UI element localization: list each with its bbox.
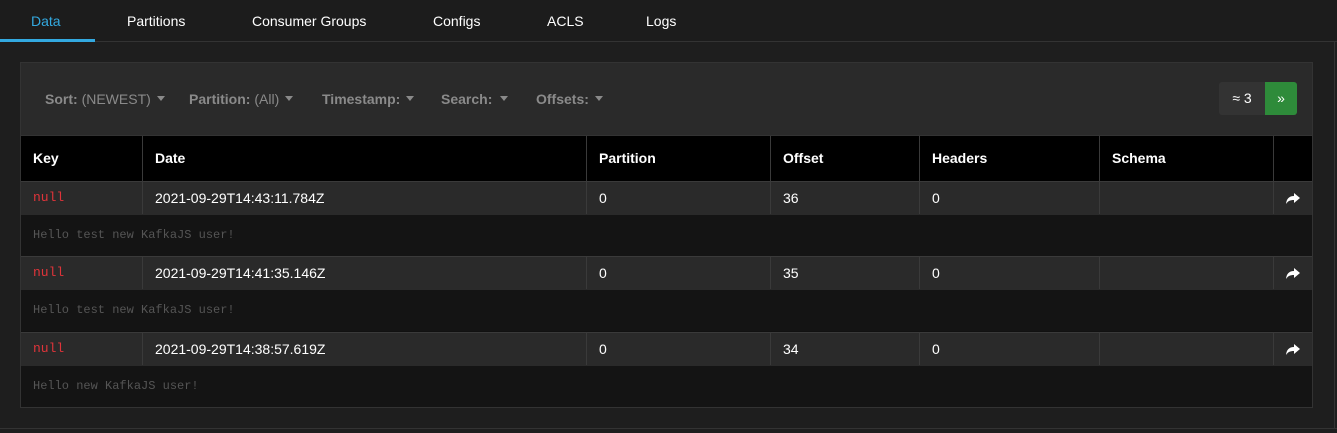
tab-logs[interactable]: Logs — [646, 0, 676, 42]
cell-offset: 35 — [783, 265, 799, 281]
column-divider — [1099, 333, 1100, 365]
column-divider — [770, 333, 771, 365]
column-divider — [1099, 182, 1100, 214]
share-forward-icon[interactable] — [1285, 265, 1301, 281]
column-header-schema: Schema — [1112, 150, 1166, 166]
table-row[interactable]: null 2021-09-29T14:38:57.619Z 0 34 0 — [21, 332, 1312, 365]
message-count: ≈ 3 — [1219, 82, 1265, 115]
message-row: Hello new KafkaJS user! — [21, 365, 1312, 407]
next-page-button[interactable]: » — [1265, 82, 1297, 115]
sort-dropdown[interactable]: Sort: (NEWEST) — [45, 63, 165, 135]
cell-key: null — [33, 265, 65, 280]
column-divider — [1273, 182, 1274, 214]
column-divider — [1273, 333, 1274, 365]
message-value: Hello test new KafkaJS user! — [33, 228, 235, 242]
cell-key: null — [33, 341, 65, 356]
cell-date: 2021-09-29T14:41:35.146Z — [155, 265, 326, 281]
cell-key: null — [33, 190, 65, 205]
cell-date: 2021-09-29T14:38:57.619Z — [155, 341, 326, 357]
tab-data[interactable]: Data — [31, 0, 61, 42]
column-divider — [770, 257, 771, 289]
offsets-dropdown[interactable]: Offsets: — [536, 63, 603, 135]
column-header-key: Key — [33, 150, 59, 166]
timestamp-dropdown[interactable]: Timestamp: — [322, 63, 415, 135]
column-divider — [919, 136, 920, 181]
cell-headers: 0 — [932, 190, 940, 206]
filter-toolbar: Sort: (NEWEST) Partition: (All) Timestam… — [21, 63, 1312, 135]
column-divider — [142, 136, 143, 181]
offsets-label: Offsets: — [536, 91, 589, 107]
column-divider — [770, 136, 771, 181]
table-row[interactable]: null 2021-09-29T14:41:35.146Z 0 35 0 — [21, 256, 1312, 289]
column-divider — [919, 257, 920, 289]
column-divider — [142, 182, 143, 214]
table-header: Key Date Partition Offset Headers Schema — [21, 135, 1312, 181]
cell-offset: 36 — [783, 190, 799, 206]
cell-partition: 0 — [599, 190, 607, 206]
chevron-down-icon — [285, 95, 294, 101]
tab-partitions[interactable]: Partitions — [127, 0, 185, 42]
share-forward-icon[interactable] — [1285, 341, 1301, 357]
chevron-down-icon — [406, 95, 415, 101]
search-dropdown[interactable]: Search: — [441, 63, 509, 135]
message-value: Hello new KafkaJS user! — [33, 379, 199, 393]
column-divider — [1273, 136, 1274, 181]
active-tab-indicator — [0, 39, 95, 42]
tab-acls[interactable]: ACLS — [547, 0, 584, 42]
cell-date: 2021-09-29T14:43:11.784Z — [155, 190, 325, 206]
message-row: Hello test new KafkaJS user! — [21, 214, 1312, 256]
content-border-bottom — [0, 428, 1337, 429]
cell-partition: 0 — [599, 265, 607, 281]
cell-headers: 0 — [932, 265, 940, 281]
column-divider — [919, 333, 920, 365]
column-divider — [586, 333, 587, 365]
chevron-down-icon — [594, 95, 603, 101]
sort-label: Sort: — [45, 91, 78, 107]
column-divider — [1099, 257, 1100, 289]
column-header-headers: Headers — [932, 150, 988, 166]
timestamp-label: Timestamp: — [322, 91, 401, 107]
cell-offset: 34 — [783, 341, 799, 357]
partition-dropdown[interactable]: Partition: (All) — [189, 63, 294, 135]
column-header-date: Date — [155, 150, 186, 166]
tab-consumer-groups[interactable]: Consumer Groups — [252, 0, 366, 42]
cell-headers: 0 — [932, 341, 940, 357]
content-border-right — [1334, 42, 1335, 428]
message-value: Hello test new KafkaJS user! — [33, 303, 235, 317]
column-divider — [586, 257, 587, 289]
column-header-partition: Partition — [599, 150, 656, 166]
column-divider — [770, 182, 771, 214]
share-forward-icon[interactable] — [1285, 190, 1301, 206]
column-header-offset: Offset — [783, 150, 824, 166]
cell-partition: 0 — [599, 341, 607, 357]
table-row[interactable]: null 2021-09-29T14:43:11.784Z 0 36 0 — [21, 181, 1312, 214]
column-divider — [142, 333, 143, 365]
topic-tabs: Data Partitions Consumer Groups Configs … — [0, 0, 1337, 42]
chevron-down-icon — [500, 95, 509, 101]
column-divider — [1099, 136, 1100, 181]
column-divider — [586, 182, 587, 214]
column-divider — [586, 136, 587, 181]
column-divider — [919, 182, 920, 214]
tab-configs[interactable]: Configs — [433, 0, 480, 42]
data-panel: Sort: (NEWEST) Partition: (All) Timestam… — [20, 62, 1313, 408]
column-divider — [142, 257, 143, 289]
message-row: Hello test new KafkaJS user! — [21, 289, 1312, 331]
search-label: Search: — [441, 91, 493, 107]
chevron-down-icon — [156, 95, 165, 101]
column-divider — [1273, 257, 1274, 289]
partition-value: (All) — [254, 91, 280, 107]
sort-value: (NEWEST) — [81, 91, 151, 107]
partition-label: Partition: — [189, 91, 251, 107]
